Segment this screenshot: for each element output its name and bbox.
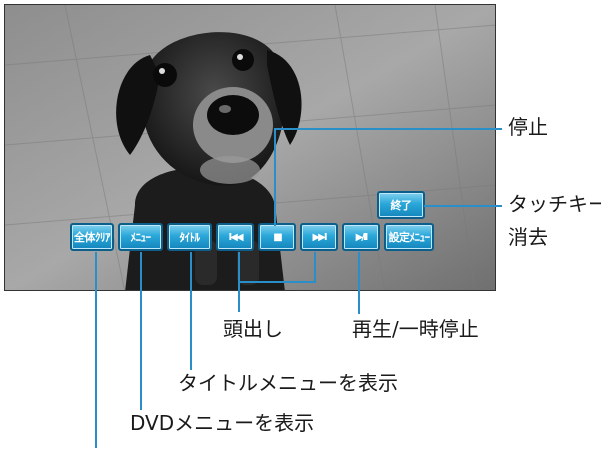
dvd-menu-callout <box>140 252 142 410</box>
video-screen[interactable]: 終了 全体ｸﾘｱ ﾒﾆｭｰ ﾀｲﾄﾙ I◀◀ ■ ▶▶I ▶/II 設定ﾒﾆｭｰ <box>4 4 496 291</box>
touch-key-erase-label-line2: 消去 <box>508 225 548 249</box>
all-clear-button[interactable]: 全体ｸﾘｱ <box>70 223 114 251</box>
title-menu-button-label: ﾀｲﾄﾙ <box>179 231 201 244</box>
chapter-callout-right <box>314 252 316 282</box>
stop-callout-horizontal <box>274 128 502 130</box>
all-clear-callout <box>95 252 97 448</box>
chapter-jump-label: 頭出し <box>223 317 283 341</box>
previous-icon: I◀◀ <box>228 231 243 243</box>
settings-menu-button[interactable]: 設定ﾒﾆｭｰ <box>384 223 434 251</box>
title-menu-label: タイトルメニューを表示 <box>178 371 398 395</box>
all-clear-button-label: 全体ｸﾘｱ <box>74 231 111 244</box>
stop-callout-vertical <box>274 128 276 226</box>
play-pause-callout <box>358 252 360 314</box>
play-pause-label: 再生/一時停止 <box>352 317 479 341</box>
next-icon: ▶▶I <box>312 231 327 243</box>
stop-button[interactable]: ■ <box>258 223 296 251</box>
dvd-menu-button-label: ﾒﾆｭｰ <box>130 231 152 244</box>
touch-key-erase-label-line1: タッチキー <box>508 192 601 216</box>
chapter-callout-drop <box>238 282 240 312</box>
title-menu-callout <box>190 252 192 370</box>
chapter-callout-left <box>238 252 240 282</box>
play-pause-icon: ▶/II <box>355 231 369 243</box>
title-menu-button[interactable]: ﾀｲﾄﾙ <box>167 223 212 251</box>
dvd-menu-button[interactable]: ﾒﾆｭｰ <box>118 223 163 251</box>
chapter-callout-bottom <box>238 281 316 283</box>
stop-icon: ■ <box>273 231 283 243</box>
end-button-label: 終了 <box>390 199 413 212</box>
settings-menu-button-label: 設定ﾒﾆｭｰ <box>388 231 431 244</box>
previous-chapter-button[interactable]: I◀◀ <box>216 223 254 251</box>
stop-label: 停止 <box>508 115 548 139</box>
play-pause-button[interactable]: ▶/II <box>342 223 380 251</box>
dvd-menu-label: DVDメニューを表示 <box>130 411 315 435</box>
end-button[interactable]: 終了 <box>377 191 425 219</box>
next-chapter-button[interactable]: ▶▶I <box>300 223 338 251</box>
end-callout-line <box>424 205 502 207</box>
